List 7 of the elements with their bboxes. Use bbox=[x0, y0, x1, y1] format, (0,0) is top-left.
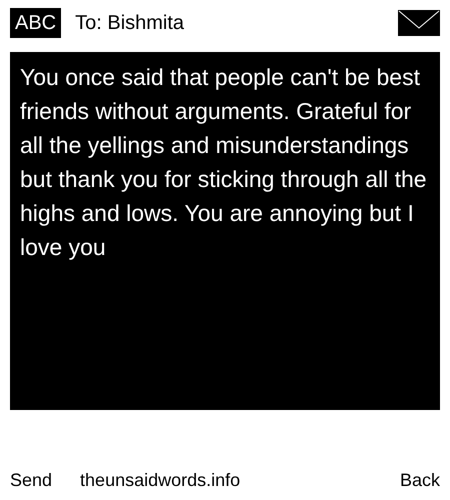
recipient-label: To: Bishmita bbox=[75, 11, 184, 36]
send-softkey[interactable]: Send bbox=[10, 467, 52, 494]
envelope-icon bbox=[398, 10, 440, 36]
back-softkey[interactable]: Back bbox=[400, 467, 440, 494]
input-mode-badge: ABC bbox=[10, 8, 62, 38]
site-address: theunsaidwords.info bbox=[80, 469, 240, 492]
message-field[interactable]: You once said that people can't be best friends without arguments. Grateful for all the yellings and misunderstandings but thank you for sticking through all the highs and lows. You are annoying but I love you bbox=[10, 52, 440, 410]
